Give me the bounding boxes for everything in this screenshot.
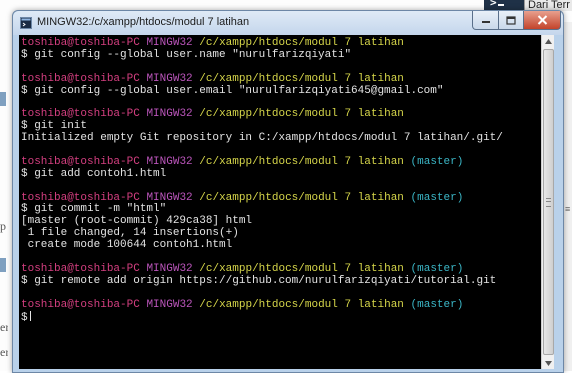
- command-line: $: [21, 311, 539, 325]
- background-strip-mark: ≡: [565, 204, 571, 214]
- prompt-path: /c/xampp/htdocs/modul 7 latihan: [199, 262, 404, 275]
- background-text-fragment: p: [0, 219, 6, 233]
- command-text: $ git config --global user.name "nurulfa…: [21, 48, 352, 61]
- prompt-system: MINGW32: [146, 108, 193, 121]
- prompt-path: /c/xampp/htdocs/modul 7 latihan: [199, 191, 404, 204]
- prompt-branch: (master): [410, 298, 464, 311]
- command-text: $ git commit -m "html": [21, 203, 167, 216]
- prompt-branch: (master): [410, 155, 464, 168]
- scroll-down-button[interactable]: [542, 357, 554, 369]
- close-button[interactable]: [523, 11, 561, 30]
- prompt-branch: (master): [410, 262, 464, 275]
- background-text-fragment: er: [0, 320, 8, 334]
- prompt-user: toshiba@toshiba-PC: [21, 37, 140, 49]
- scroll-thumb[interactable]: [543, 49, 554, 355]
- background-text-fragment: er: [0, 345, 8, 359]
- command-line: $ git config --global user.name "nurulfa…: [21, 48, 539, 62]
- command-text: $ git config --global user.email "nurulf…: [21, 84, 444, 97]
- command-text: $ git add contoh1.html: [21, 167, 167, 180]
- prompt-system: MINGW32: [146, 37, 193, 49]
- output-line: Initialized empty Git repository in C:/x…: [21, 132, 503, 145]
- scroll-down-arrow-icon: [544, 360, 552, 366]
- prompt-path: /c/xampp/htdocs/modul 7 latihan: [199, 155, 404, 168]
- text-cursor: [29, 311, 31, 322]
- prompt-user: toshiba@toshiba-PC: [21, 72, 140, 85]
- prompt-user: toshiba@toshiba-PC: [21, 155, 140, 168]
- title-bar[interactable]: MINGW32:/c/xampp/htdocs/modul 7 latihan: [13, 11, 563, 35]
- close-icon: [537, 15, 547, 25]
- prompt-path: /c/xampp/htdocs/modul 7 latihan: [199, 72, 404, 85]
- mingw-terminal-icon: [20, 17, 32, 29]
- prompt-system: MINGW32: [146, 191, 193, 204]
- background-marker: [0, 92, 6, 106]
- scroll-grip-icon: [546, 198, 551, 207]
- minimize-button[interactable]: [472, 11, 499, 30]
- command-line: $ git remote add origin https://github.c…: [21, 274, 539, 288]
- prompt-path: /c/xampp/htdocs/modul 7 latihan: [199, 108, 404, 121]
- prompt-user: toshiba@toshiba-PC: [21, 108, 140, 121]
- prompt-path: /c/xampp/htdocs/modul 7 latihan: [199, 37, 404, 49]
- prompt-user: toshiba@toshiba-PC: [21, 262, 140, 275]
- scroll-up-arrow-icon: [544, 38, 552, 44]
- prompt-system: MINGW32: [146, 262, 193, 275]
- vertical-scrollbar[interactable]: [541, 35, 554, 369]
- prompt-system: MINGW32: [146, 72, 193, 85]
- terminal-console[interactable]: toshiba@toshiba-PC MINGW32 /c/xampp/htdo…: [19, 35, 553, 369]
- command-text: $ git remote add origin https://github.c…: [21, 274, 497, 287]
- maximize-button[interactable]: [498, 11, 524, 30]
- terminal-window: MINGW32:/c/xampp/htdocs/modul 7 latihan …: [12, 10, 564, 373]
- terminal-glyph-icon: >: [490, 0, 497, 9]
- scroll-up-button[interactable]: [542, 35, 554, 47]
- prompt-system: MINGW32: [146, 298, 193, 311]
- maximize-icon: [506, 15, 516, 25]
- command-text: $: [21, 312, 28, 325]
- output-line: create mode 100644 contoh1.html: [21, 239, 233, 252]
- command-line: $ git config --global user.email "nurulf…: [21, 84, 539, 98]
- prompt-line: toshiba@toshiba-PC MINGW32 /c/xampp/htdo…: [21, 298, 539, 312]
- prompt-system: MINGW32: [146, 155, 193, 168]
- prompt-branch: (master): [410, 191, 464, 204]
- prompt-user: toshiba@toshiba-PC: [21, 298, 140, 311]
- minimize-icon: [481, 21, 490, 23]
- terminal-underscore-icon: [498, 4, 504, 6]
- prompt-line: toshiba@toshiba-PC MINGW32 /c/xampp/htdo…: [21, 108, 539, 121]
- background-marker: [0, 258, 6, 272]
- command-line: $ git add contoh1.html: [21, 167, 539, 181]
- prompt-user: toshiba@toshiba-PC: [21, 191, 140, 204]
- console-lines: toshiba@toshiba-PC MINGW32 /c/xampp/htdo…: [21, 37, 539, 325]
- window-title: MINGW32:/c/xampp/htdocs/modul 7 latihan: [37, 16, 250, 28]
- command-text: $ git init: [21, 120, 88, 133]
- prompt-path: /c/xampp/htdocs/modul 7 latihan: [199, 298, 404, 311]
- background-scroll-strip: ≡: [563, 22, 572, 371]
